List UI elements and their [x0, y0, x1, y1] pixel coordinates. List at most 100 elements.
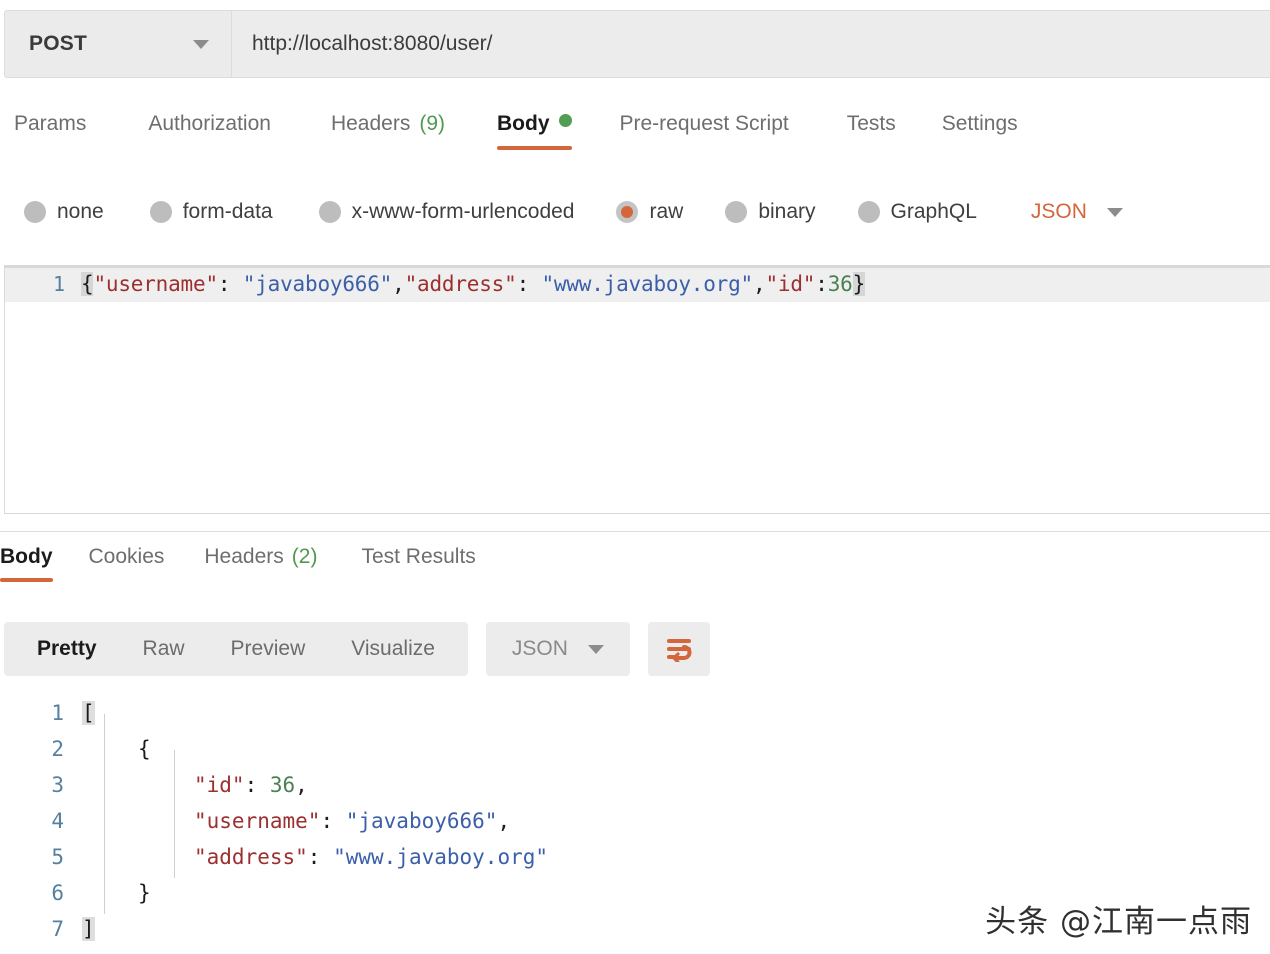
body-present-dot-icon [558, 114, 572, 127]
response-tab-test-results[interactable]: Test Results [361, 545, 475, 582]
word-wrap-icon [666, 639, 692, 662]
tab-count-badge: (9) [419, 112, 445, 135]
response-line-number: 7 [51, 917, 64, 941]
tab-label: Authorization [148, 112, 271, 135]
body-type-radio-none[interactable]: none [24, 200, 104, 224]
code-token: , [295, 773, 308, 797]
request-tabs: Params Authorization Headers (9) Body Pre-req… [0, 112, 1270, 164]
radio-icon [616, 201, 639, 223]
response-line-number: 5 [51, 845, 64, 869]
content-type-select[interactable]: JSON [1031, 200, 1123, 224]
tab-label: Tests [846, 112, 896, 135]
http-method-label: POST [29, 32, 87, 55]
response-line-number: 6 [51, 881, 64, 905]
word-wrap-button[interactable] [647, 622, 710, 676]
response-view-preview[interactable]: Preview [208, 637, 329, 661]
response-tab-cookies[interactable]: Cookies [89, 545, 165, 582]
editor-line[interactable]: 1 {"username": "javaboy666","address": "… [5, 266, 1270, 302]
code-token: , [753, 272, 766, 296]
chevron-down-icon [587, 644, 604, 654]
tab-label: Settings [941, 112, 1018, 135]
response-code-line: 3 "id": 36, [4, 767, 1270, 803]
radio-selected-dot-icon [621, 206, 634, 218]
code-token: "username" [93, 272, 218, 296]
tab-count-badge: (2) [291, 545, 318, 568]
response-format-select[interactable]: JSON [485, 622, 630, 676]
response-code-line: 5 "address": "www.javaboy.org" [4, 839, 1270, 875]
code-token: 36 [269, 773, 296, 797]
response-toolbar: Pretty Raw Preview Visualize JSON [4, 622, 710, 676]
code-token: , [497, 809, 511, 833]
radio-icon [318, 201, 341, 223]
response-code-content: ] [82, 917, 95, 941]
request-tab-settings[interactable]: Settings [942, 112, 1018, 150]
code-token: : [516, 272, 542, 296]
http-method-select[interactable]: POST [4, 10, 232, 78]
response-view-mode-group: Pretty Raw Preview Visualize [4, 622, 468, 676]
code-token: ] [82, 917, 95, 941]
response-view-visualize[interactable]: Visualize [328, 637, 458, 661]
response-tabs: Body Cookies Headers (2) Test Results [0, 545, 1270, 593]
body-type-label: form-data [182, 200, 273, 223]
radio-icon [857, 201, 880, 223]
response-code-content: { [82, 737, 151, 761]
request-body-editor[interactable]: 1 {"username": "javaboy666","address": "… [4, 265, 1270, 514]
response-view-raw[interactable]: Raw [120, 637, 208, 661]
response-code-line: 4 "username": "javaboy666", [4, 803, 1270, 839]
code-token: { [138, 737, 151, 761]
radio-icon [24, 201, 46, 223]
request-tab-body[interactable]: Body [497, 112, 572, 150]
request-url-input[interactable]: http://localhost:8080/user/ [232, 10, 1270, 78]
code-token: : [815, 272, 828, 296]
code-token: "www.javaboy.org" [541, 272, 753, 296]
body-type-radio-graphql[interactable]: GraphQL [857, 200, 977, 224]
request-tab-pre-request-script[interactable]: Pre-request Script [620, 112, 789, 150]
request-tab-headers[interactable]: Headers (9) [331, 112, 445, 150]
indent-guide [174, 750, 175, 878]
code-token: "address" [404, 272, 517, 296]
code-token: 36 [827, 272, 853, 296]
code-token: , [392, 272, 405, 296]
response-code-line: 2{ [4, 731, 1270, 767]
response-tab-body[interactable]: Body [0, 545, 53, 582]
code-token: : [320, 809, 346, 833]
request-tab-tests[interactable]: Tests [847, 112, 896, 150]
response-code-content: "id": 36, [82, 773, 308, 797]
tab-label: Body [497, 112, 550, 135]
response-code-content: "username": "javaboy666", [82, 809, 510, 833]
code-token: "javaboy666" [242, 272, 393, 296]
body-type-radio-x-www-form-urlencoded[interactable]: x-www-form-urlencoded [318, 200, 575, 224]
code-token: { [81, 272, 94, 296]
request-tab-authorization[interactable]: Authorization [148, 112, 271, 150]
response-tab-headers[interactable]: Headers (2) [204, 545, 317, 582]
response-line-number: 3 [51, 773, 64, 797]
response-line-number: 4 [51, 809, 64, 833]
code-token: "id" [194, 773, 245, 797]
response-format-label: JSON [511, 637, 568, 660]
pane-divider[interactable] [0, 531, 1270, 532]
code-token: "address" [194, 845, 308, 869]
response-line-number: 2 [51, 737, 64, 761]
tab-label: Headers [204, 545, 284, 568]
code-token: [ [82, 701, 95, 725]
body-type-label: x-www-form-urlencoded [351, 200, 575, 223]
active-tab-underline [0, 578, 53, 582]
tab-label: Params [14, 112, 87, 135]
body-type-label: raw [649, 200, 684, 223]
code-token: : [217, 272, 243, 296]
request-url-bar: POST http://localhost:8080/user/ [4, 10, 1270, 78]
response-code-content: [ [82, 701, 95, 725]
code-token: } [138, 881, 151, 905]
code-token: : [244, 773, 270, 797]
body-type-radio-raw[interactable]: raw [616, 200, 683, 224]
code-token: "javaboy666" [345, 809, 498, 833]
editor-line-number: 1 [52, 272, 65, 296]
body-type-radio-binary[interactable]: binary [725, 200, 816, 224]
body-type-label: binary [758, 200, 816, 223]
response-code-content: "address": "www.javaboy.org" [82, 845, 548, 869]
tab-label: Pre-request Script [619, 112, 789, 135]
response-view-pretty[interactable]: Pretty [14, 637, 120, 661]
body-type-label: GraphQL [890, 200, 977, 223]
body-type-radio-form-data[interactable]: form-data [149, 200, 273, 224]
request-tab-params[interactable]: Params [14, 112, 86, 150]
